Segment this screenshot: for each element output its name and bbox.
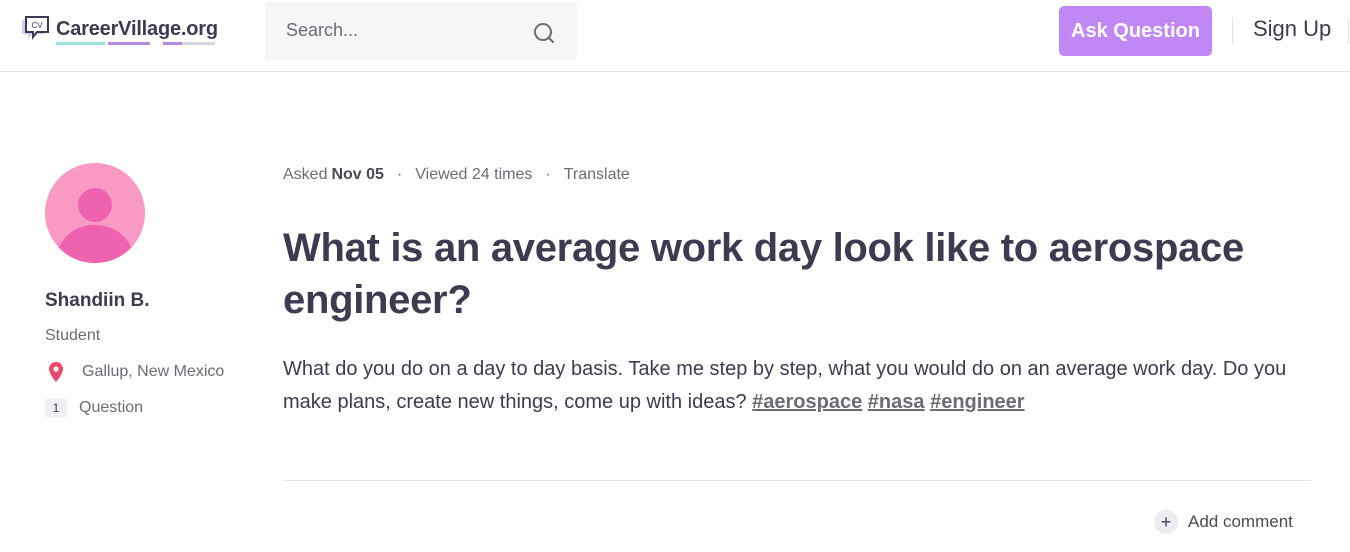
sign-up-link[interactable]: Sign Up xyxy=(1253,16,1331,42)
translate-link[interactable]: Translate xyxy=(564,166,630,184)
asked-date: Nov 05 xyxy=(331,166,384,183)
top-nav: CV CareerVillage.org Ask Question Sign U… xyxy=(0,0,1350,72)
separator-dot: · xyxy=(545,166,551,183)
question-body: What do you do on a day to day basis. Ta… xyxy=(283,353,1303,419)
ask-question-button[interactable]: Ask Question xyxy=(1059,6,1212,56)
avatar[interactable] xyxy=(45,163,145,263)
asked-label: Asked xyxy=(283,166,328,183)
speech-bubble-logo-icon: CV xyxy=(22,16,49,40)
separator-dot: · xyxy=(396,166,403,183)
add-comment-label: Add comment xyxy=(1188,512,1293,531)
question-meta: Asked Nov 05 · Viewed 24 times · Transla… xyxy=(283,166,630,184)
search-box[interactable] xyxy=(265,2,577,60)
divider xyxy=(1232,18,1233,44)
author-location: Gallup, New Mexico xyxy=(45,362,224,382)
logo[interactable]: CV CareerVillage.org xyxy=(20,15,218,45)
add-comment-button[interactable]: + Add comment xyxy=(1154,510,1293,534)
author-question-count[interactable]: 1 Question xyxy=(45,398,143,418)
divider xyxy=(1348,18,1349,44)
question-count-label: Question xyxy=(79,399,144,416)
divider xyxy=(283,480,1311,481)
location-pin-icon xyxy=(49,362,63,382)
question-count-badge: 1 xyxy=(45,398,67,418)
plus-icon: + xyxy=(1154,510,1178,534)
tag-link[interactable]: #engineer xyxy=(930,391,1024,413)
search-icon[interactable] xyxy=(533,22,555,44)
logo-underline xyxy=(56,41,218,45)
tag-link[interactable]: #nasa xyxy=(868,391,925,413)
tag-link[interactable]: #aerospace xyxy=(752,391,862,413)
user-silhouette-icon xyxy=(45,163,145,263)
question-title: What is an average work day look like to… xyxy=(283,226,1244,322)
author-role: Student xyxy=(45,327,101,344)
logo-text: CareerVillage.org xyxy=(56,17,218,45)
search-input[interactable] xyxy=(286,20,506,41)
logo-icon-text: CV xyxy=(31,21,43,30)
author-location-text: Gallup, New Mexico xyxy=(82,363,225,380)
author-name[interactable]: Shandiin B. xyxy=(45,290,150,312)
logo-text-label: CareerVillage.org xyxy=(56,17,218,40)
view-count: Viewed 24 times xyxy=(415,166,533,183)
